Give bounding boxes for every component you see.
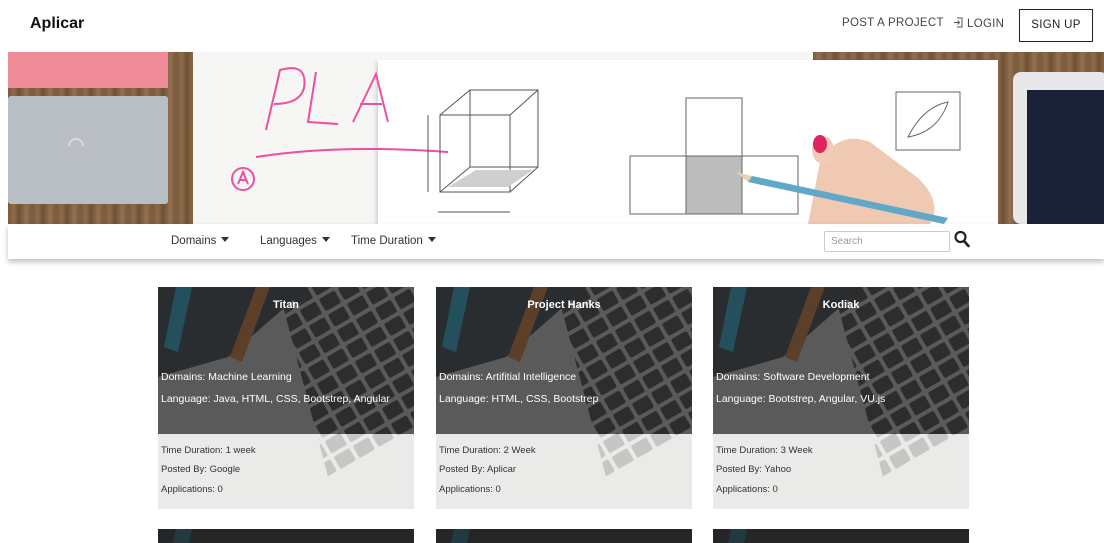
card-applications: Applications: 0 — [439, 484, 501, 495]
project-card-partial[interactable] — [158, 529, 414, 543]
caret-down-icon — [221, 237, 230, 242]
card-language: Language: Java, HTML, CSS, Bootstrep, An… — [161, 393, 390, 405]
time-duration-label: Time Duration — [351, 235, 423, 247]
card-language: Language: HTML, CSS, Bootstrep — [439, 393, 599, 405]
caret-down-icon — [427, 237, 436, 242]
languages-label: Languages — [260, 235, 317, 247]
card-language: Language: Bootstrep, Angular, VU.js — [716, 393, 886, 405]
project-card-titan[interactable]: Titan Domains: Machine Learning Language… — [158, 287, 414, 509]
search-icon[interactable] — [954, 230, 970, 248]
post-project-link[interactable]: POST A PROJECT — [842, 17, 944, 29]
top-navbar: Aplicar POST A PROJECT LOGIN SIGN UP — [0, 0, 1104, 52]
card-posted-by: Posted By: Google — [161, 464, 241, 475]
hero-sketch-drawing — [231, 67, 961, 224]
card-time-duration: Time Duration: 3 Week — [716, 445, 813, 456]
project-card-partial[interactable] — [436, 529, 692, 543]
caret-down-icon — [321, 237, 330, 242]
project-card-kodiak[interactable]: Kodiak Domains: Software Development Lan… — [713, 287, 969, 509]
card-dark-overlay — [436, 529, 692, 543]
card-posted-by: Posted By: Aplicar — [439, 464, 517, 475]
login-link[interactable]: LOGIN — [953, 17, 1004, 30]
card-title[interactable]: Kodiak — [713, 299, 969, 311]
hero-banner — [8, 52, 1104, 224]
card-title[interactable]: Project Hanks — [436, 299, 692, 311]
card-time-duration: Time Duration: 1 week — [161, 445, 256, 456]
card-dark-overlay — [713, 529, 969, 543]
card-posted-by: Posted By: Yahoo — [716, 464, 792, 475]
card-dark-overlay — [158, 529, 414, 543]
card-title[interactable]: Titan — [158, 299, 414, 311]
time-duration-dropdown[interactable]: Time Duration — [351, 235, 436, 247]
card-domains: Domains: Machine Learning — [161, 371, 292, 383]
card-domains: Domains: Software Development — [716, 371, 870, 383]
pink-handwriting — [231, 67, 449, 191]
brand-logo[interactable]: Aplicar — [30, 15, 84, 33]
card-domains: Domains: Artifitial Intelligence — [439, 371, 577, 383]
project-card-partial[interactable] — [713, 529, 969, 543]
card-time-duration: Time Duration: 2 Week — [439, 445, 536, 456]
domains-label: Domains — [171, 235, 217, 247]
card-applications: Applications: 0 — [161, 484, 223, 495]
login-label: LOGIN — [967, 18, 1005, 30]
card-applications: Applications: 0 — [716, 484, 778, 495]
search-input[interactable] — [824, 231, 950, 252]
domains-dropdown[interactable]: Domains — [171, 235, 230, 247]
signup-button[interactable]: SIGN UP — [1019, 9, 1093, 42]
languages-dropdown[interactable]: Languages — [260, 235, 330, 247]
hand-with-pencil — [736, 135, 948, 224]
login-arrow-icon — [954, 17, 963, 28]
filter-bar: Domains Languages Time Duration — [8, 224, 1104, 259]
project-card-project-hanks[interactable]: Project Hanks Domains: Artifitial Intell… — [436, 287, 692, 509]
